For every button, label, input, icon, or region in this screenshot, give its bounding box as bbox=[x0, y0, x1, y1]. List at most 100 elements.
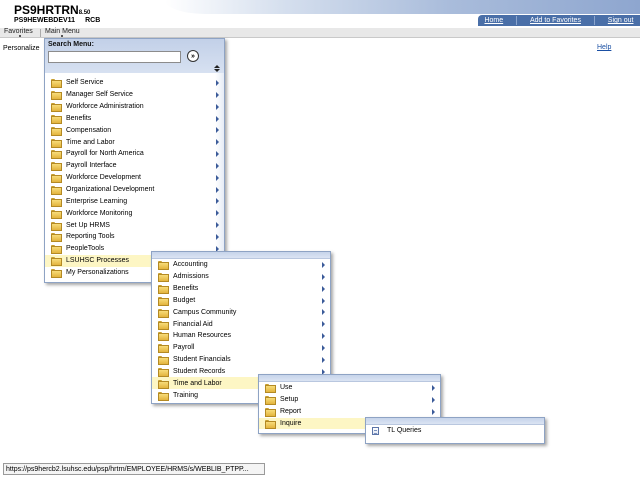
sort-icon[interactable] bbox=[214, 65, 220, 73]
submenu-arrow-icon bbox=[216, 233, 219, 240]
menu-item-label: Student Financials bbox=[173, 356, 231, 364]
submenu-arrow-icon bbox=[322, 344, 325, 351]
folder-icon bbox=[158, 379, 169, 389]
menu-item-label: Organizational Development bbox=[66, 186, 155, 194]
submenu-arrow-icon bbox=[322, 333, 325, 340]
submenu-header bbox=[152, 252, 330, 259]
menu-item-payroll-for-north-america[interactable]: Payroll for North America bbox=[45, 148, 224, 160]
main-menu-panel: Search Menu: » Self Service Manager Self … bbox=[44, 38, 225, 283]
folder-icon bbox=[51, 197, 62, 207]
menu-item-organizational-development[interactable]: Organizational Development bbox=[45, 184, 224, 196]
folder-icon bbox=[51, 162, 62, 172]
submenu-arrow-icon bbox=[216, 222, 219, 229]
folder-icon bbox=[265, 384, 276, 394]
menu-item-label: Accounting bbox=[173, 261, 208, 269]
menu-item-workforce-administration[interactable]: Workforce Administration bbox=[45, 101, 224, 113]
menu-item-time-and-labor[interactable]: Time and Labor bbox=[45, 136, 224, 148]
menu-item-enterprise-learning[interactable]: Enterprise Learning bbox=[45, 195, 224, 207]
menu-bar: Favorites Main Menu bbox=[0, 28, 640, 38]
folder-icon bbox=[51, 257, 62, 267]
menu-item-workforce-monitoring[interactable]: Workforce Monitoring bbox=[45, 207, 224, 219]
menu-item-label: Workforce Administration bbox=[66, 103, 144, 111]
menu-item-financial-aid[interactable]: Financial Aid bbox=[152, 318, 330, 330]
menu-item-label: Set Up HRMS bbox=[66, 221, 110, 229]
personalize-link[interactable]: Personalize bbox=[3, 45, 40, 52]
menu-item-payroll-interface[interactable]: Payroll Interface bbox=[45, 160, 224, 172]
status-bar-url: https://ps9hercb2.lsuhsc.edu/psp/hrtrn/E… bbox=[3, 463, 265, 475]
folder-icon bbox=[51, 126, 62, 136]
menu-item-self-service[interactable]: Self Service bbox=[45, 77, 224, 89]
folder-icon bbox=[158, 285, 169, 295]
menu-item-workforce-development[interactable]: Workforce Development bbox=[45, 172, 224, 184]
submenu-arrow-icon bbox=[216, 210, 219, 217]
folder-icon bbox=[51, 209, 62, 219]
menu-item-label: Setup bbox=[280, 396, 299, 404]
add-to-favorites-link[interactable]: Add to Favorites bbox=[530, 17, 581, 24]
folder-icon bbox=[51, 150, 62, 160]
inquire-menu-list: TL Queries bbox=[366, 425, 544, 437]
menu-item-compensation[interactable]: Compensation bbox=[45, 124, 224, 136]
menu-item-benefits[interactable]: Benefits bbox=[152, 283, 330, 295]
menu-item-benefits[interactable]: Benefits bbox=[45, 113, 224, 125]
favorites-dropdown-icon bbox=[19, 35, 21, 37]
folder-icon bbox=[265, 408, 276, 418]
menu-item-label: Payroll bbox=[173, 344, 195, 352]
menu-item-campus-community[interactable]: Campus Community bbox=[152, 306, 330, 318]
menu-item-label: Reporting Tools bbox=[66, 233, 115, 241]
search-menu-area: Search Menu: » bbox=[45, 39, 224, 73]
menu-item-human-resources[interactable]: Human Resources bbox=[152, 330, 330, 342]
menu-item-setup[interactable]: Setup bbox=[259, 394, 440, 406]
menu-item-label: Workforce Development bbox=[66, 174, 141, 182]
folder-icon bbox=[51, 221, 62, 231]
menu-item-report[interactable]: Report bbox=[259, 406, 440, 418]
menu-item-reporting-tools[interactable]: Reporting Tools bbox=[45, 231, 224, 243]
menu-item-budget[interactable]: Budget bbox=[152, 295, 330, 307]
submenu-arrow-icon bbox=[216, 115, 219, 122]
menu-item-accounting[interactable]: Accounting bbox=[152, 259, 330, 271]
search-menu-label: Search Menu: bbox=[48, 41, 94, 48]
menu-item-payroll[interactable]: Payroll bbox=[152, 342, 330, 354]
menu-item-label: Student Records bbox=[173, 368, 226, 376]
top-nav: Home Add to Favorites Sign out bbox=[478, 15, 640, 26]
menu-item-label: TL Queries bbox=[387, 427, 422, 435]
menu-item-label: LSUHSC Processes bbox=[66, 257, 130, 265]
submenu-arrow-icon bbox=[216, 151, 219, 158]
page-icon bbox=[372, 426, 379, 435]
help-link[interactable]: Help bbox=[597, 44, 611, 51]
home-link[interactable]: Home bbox=[484, 17, 503, 24]
menu-item-label: Human Resources bbox=[173, 332, 231, 340]
menu-item-set-up-hrms[interactable]: Set Up HRMS bbox=[45, 219, 224, 231]
menu-item-label: Benefits bbox=[66, 114, 92, 122]
favorites-menu[interactable]: Favorites bbox=[4, 28, 33, 35]
menu-item-label: Manager Self Service bbox=[66, 91, 133, 99]
folder-icon bbox=[158, 391, 169, 401]
menu-item-student-financials[interactable]: Student Financials bbox=[152, 354, 330, 366]
folder-icon bbox=[158, 344, 169, 354]
folder-icon bbox=[265, 396, 276, 406]
main-menu-dropdown-icon bbox=[61, 35, 63, 37]
submenu-arrow-icon bbox=[322, 309, 325, 316]
portal-header: PS9HRTRN8.50 PS9HEWEBDEV11 RCB Home Add t… bbox=[0, 0, 640, 29]
menu-item-manager-self-service[interactable]: Manager Self Service bbox=[45, 89, 224, 101]
folder-icon bbox=[51, 233, 62, 243]
search-go-icon[interactable]: » bbox=[187, 50, 199, 62]
folder-icon bbox=[51, 138, 62, 148]
header-banner-graphic bbox=[165, 0, 640, 14]
menu-item-label: Budget bbox=[173, 296, 196, 304]
folder-icon bbox=[265, 419, 276, 429]
submenu-arrow-icon bbox=[322, 356, 325, 363]
menu-item-label: Use bbox=[280, 384, 293, 392]
menu-item-tl-queries[interactable]: TL Queries bbox=[366, 425, 544, 437]
submenu-arrow-icon bbox=[216, 198, 219, 205]
submenu-arrow-icon bbox=[216, 127, 219, 134]
submenu-header bbox=[259, 375, 440, 382]
main-menu-button[interactable]: Main Menu bbox=[45, 28, 80, 35]
menu-item-use[interactable]: Use bbox=[259, 382, 440, 394]
search-menu-input[interactable] bbox=[48, 51, 181, 63]
menu-item-label: Financial Aid bbox=[173, 320, 213, 328]
menu-item-label: PeopleTools bbox=[66, 245, 105, 253]
submenu-arrow-icon bbox=[322, 273, 325, 280]
sign-out-link[interactable]: Sign out bbox=[608, 17, 634, 24]
menu-item-label: Payroll for North America bbox=[66, 150, 144, 158]
menu-item-admissions[interactable]: Admissions bbox=[152, 271, 330, 283]
